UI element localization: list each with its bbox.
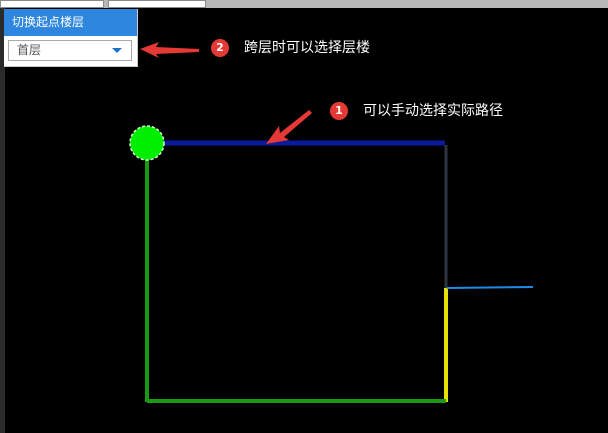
path-branch[interactable]: [446, 286, 534, 289]
start-point-marker[interactable]: [129, 125, 165, 161]
step-badge-2: 2: [211, 39, 229, 57]
floor-select-value: 首层: [17, 43, 42, 57]
floor-switch-panel: 切换起点楼层 首层: [4, 9, 138, 67]
annotation-text-1: 可以手动选择实际路径: [363, 103, 503, 119]
chevron-down-icon[interactable]: [112, 48, 122, 53]
arrow-pointer-icon: [266, 110, 312, 144]
step-badge-1: 1: [330, 102, 348, 120]
floor-panel-title: 切换起点楼层: [4, 9, 137, 36]
floor-select[interactable]: 首层: [8, 40, 132, 61]
arrow-pointer-icon: [140, 42, 199, 58]
annotation-text-2: 跨层时可以选择层楼: [244, 40, 370, 56]
